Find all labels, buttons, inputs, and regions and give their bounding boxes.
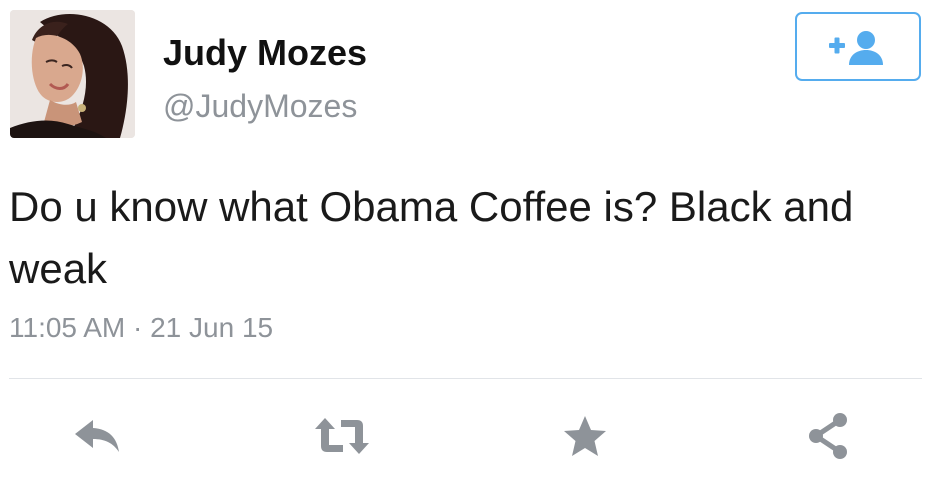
screen-name[interactable]: @JudyMozes [163, 88, 357, 125]
tweet-card: Judy Mozes @JudyMozes Do u know what Oba… [0, 0, 935, 492]
retweet-icon [315, 418, 369, 454]
reply-icon [75, 420, 119, 452]
reply-button[interactable] [67, 408, 131, 464]
favorite-button[interactable] [553, 408, 617, 464]
star-icon [564, 416, 606, 456]
display-name[interactable]: Judy Mozes [163, 32, 367, 74]
share-icon [809, 413, 847, 459]
retweet-button[interactable] [310, 408, 374, 464]
tweet-text: Do u know what Obama Coffee is? Black an… [9, 183, 854, 292]
divider [9, 378, 922, 379]
timestamp[interactable]: 11:05 AM · 21 Jun 15 [9, 312, 273, 344]
follow-button[interactable] [795, 12, 921, 81]
add-user-icon [829, 30, 883, 65]
avatar[interactable] [10, 10, 135, 138]
share-button[interactable] [796, 408, 860, 464]
avatar-image [10, 10, 135, 138]
